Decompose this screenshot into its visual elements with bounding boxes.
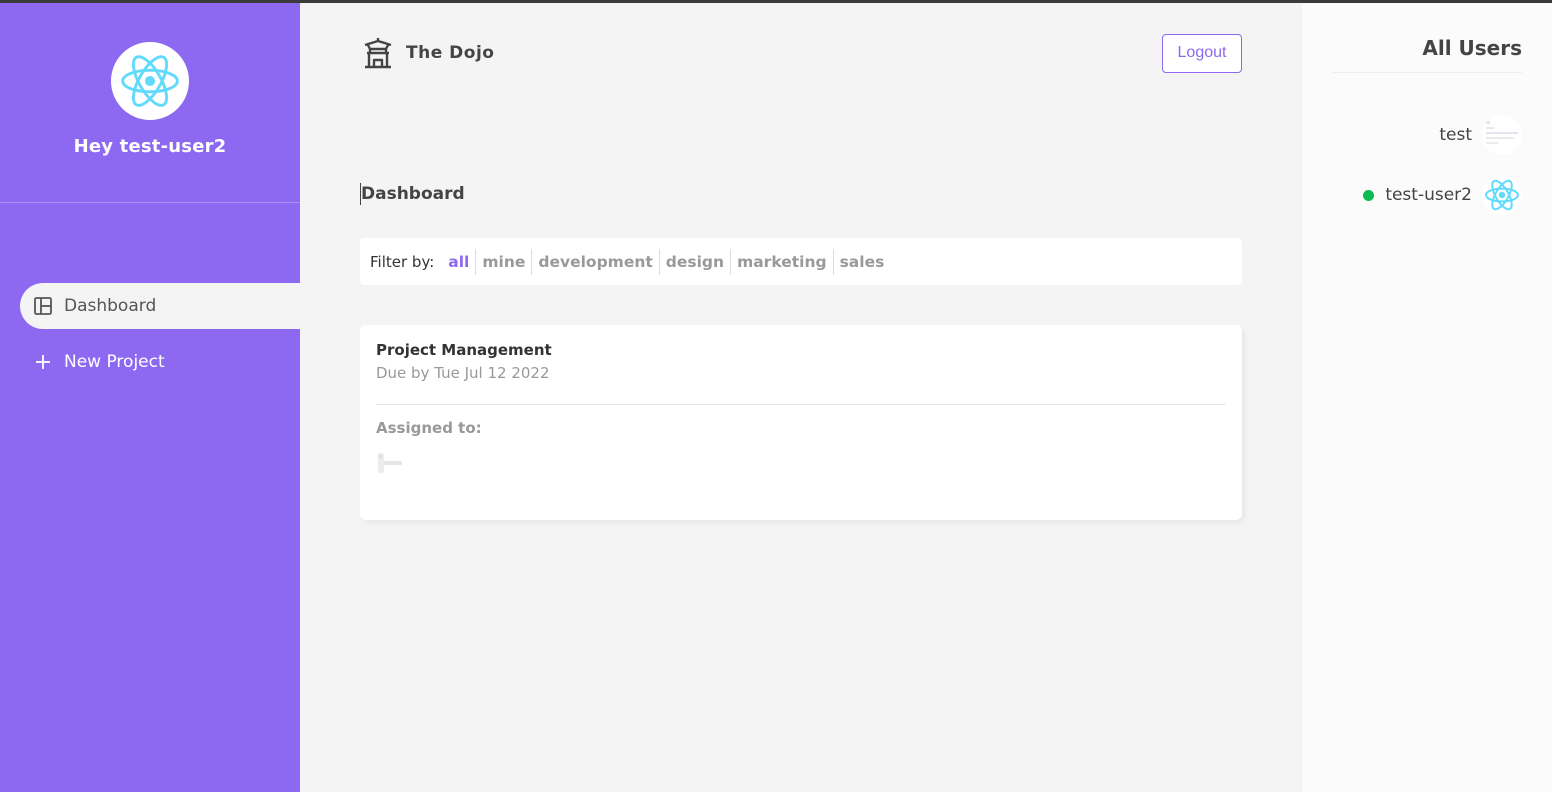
window-top-border xyxy=(0,0,1552,3)
react-logo-icon xyxy=(121,55,179,107)
user-list-item[interactable]: test xyxy=(1439,115,1522,155)
project-filter: Filter by: all mine development design m… xyxy=(360,238,1242,285)
brand-logo[interactable]: The Dojo xyxy=(360,35,494,71)
dashboard-icon xyxy=(32,295,54,317)
card-divider xyxy=(376,404,1226,405)
sidebar: Hey test-user2 Dashboard New Project xyxy=(0,0,300,792)
filter-option-sales[interactable]: sales xyxy=(834,249,891,275)
users-panel-title: All Users xyxy=(1332,36,1522,73)
assigned-label: Assigned to: xyxy=(376,419,482,437)
user-name: test-user2 xyxy=(1385,185,1472,205)
logout-button[interactable]: Logout xyxy=(1162,33,1242,73)
page-title: Dashboard xyxy=(360,183,465,205)
plus-icon xyxy=(32,351,54,373)
sidebar-item-dashboard[interactable]: Dashboard xyxy=(20,283,300,329)
project-title: Project Management xyxy=(376,341,552,359)
sidebar-item-new-project[interactable]: New Project xyxy=(20,339,300,385)
temple-icon xyxy=(364,38,392,69)
filter-option-all[interactable]: all xyxy=(442,248,477,275)
brand-name: The Dojo xyxy=(406,43,495,63)
sidebar-user: Hey test-user2 xyxy=(0,0,300,203)
user-avatar xyxy=(111,42,189,120)
sidebar-nav: Dashboard New Project xyxy=(20,283,300,395)
user-avatar xyxy=(1482,115,1522,155)
navbar: The Dojo Logout xyxy=(360,32,1242,74)
sidebar-item-label: New Project xyxy=(64,352,165,372)
greeting: Hey test-user2 xyxy=(73,136,227,157)
filter-option-development[interactable]: development xyxy=(532,248,660,275)
user-name: test xyxy=(1439,125,1472,145)
users-panel: All Users test test-user2 xyxy=(1302,0,1552,792)
main-content: The Dojo Logout Dashboard Filter by: all… xyxy=(300,0,1302,792)
assigned-user-avatar xyxy=(376,449,404,477)
user-avatar xyxy=(1482,175,1522,215)
online-status-dot xyxy=(1363,189,1375,201)
filter-option-marketing[interactable]: marketing xyxy=(731,248,834,275)
user-list-item[interactable]: test-user2 xyxy=(1363,175,1522,215)
project-due-date: Due by Tue Jul 12 2022 xyxy=(376,364,550,382)
filter-option-mine[interactable]: mine xyxy=(476,248,533,275)
project-card[interactable]: Project Management Due by Tue Jul 12 202… xyxy=(360,325,1242,520)
filter-option-design[interactable]: design xyxy=(660,248,732,275)
sidebar-item-label: Dashboard xyxy=(64,296,157,316)
filter-label: Filter by: xyxy=(370,252,435,271)
react-logo-icon xyxy=(1485,179,1519,211)
